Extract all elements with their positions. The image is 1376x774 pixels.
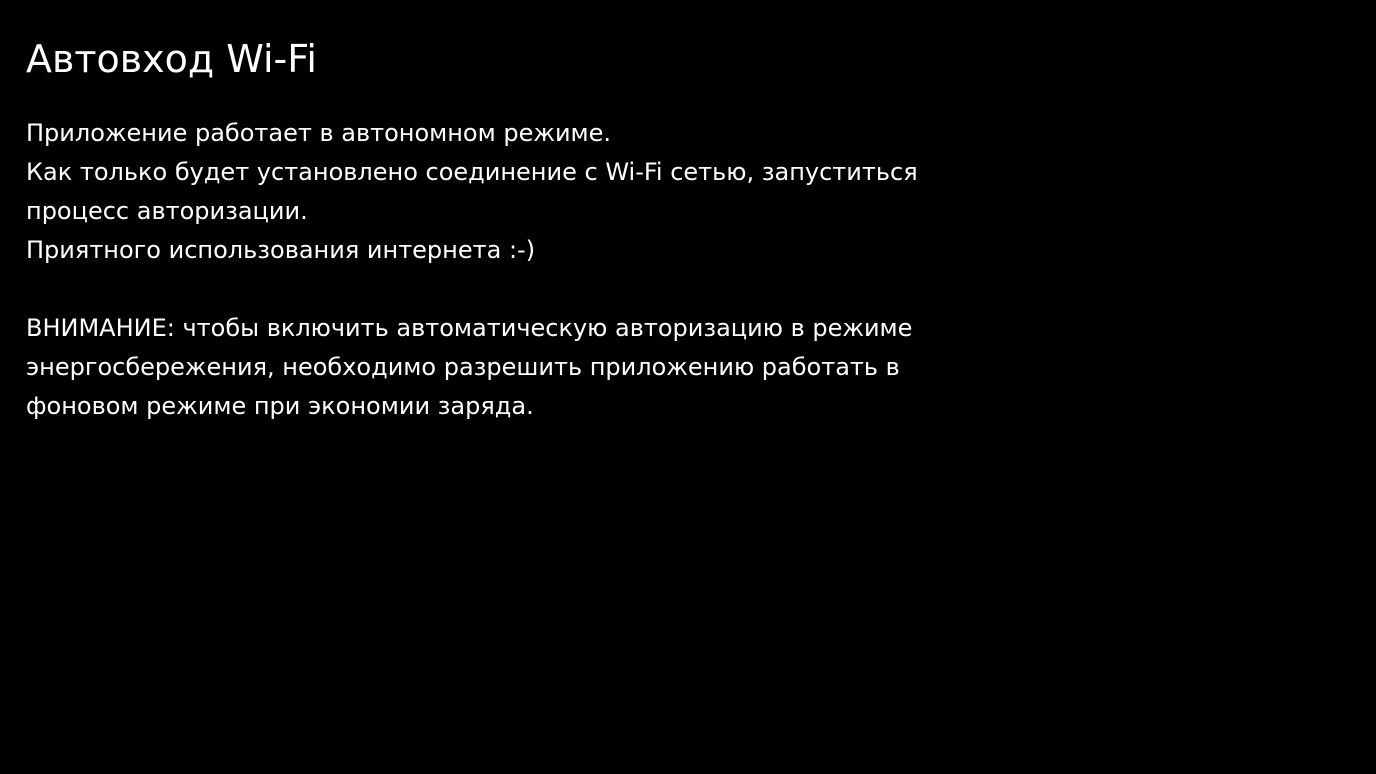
warning-line-3: фоновом режиме при экономии заряда. [26,392,534,420]
info-line-authorization: процесс авторизации. [26,197,308,225]
content-area: Приложение работает в автономном режиме.… [26,114,1016,426]
warning-paragraph: ВНИМАНИЕ: чтобы включить автоматическую … [26,309,1016,426]
warning-line-2: энергосбережения, необходимо разрешить п… [26,353,900,381]
app-screen: Автовход Wi-Fi Приложение работает в авт… [0,0,1376,774]
page-title: Автовход Wi-Fi [26,37,317,81]
info-paragraph: Приложение работает в автономном режиме.… [26,114,1016,270]
info-line-enjoy: Приятного использования интернета :-) [26,236,536,264]
warning-line-1: ВНИМАНИЕ: чтобы включить автоматическую … [26,314,913,342]
info-line-offline: Приложение работает в автономном режиме. [26,119,612,147]
info-line-connection: Как только будет установлено соединение … [26,158,918,186]
